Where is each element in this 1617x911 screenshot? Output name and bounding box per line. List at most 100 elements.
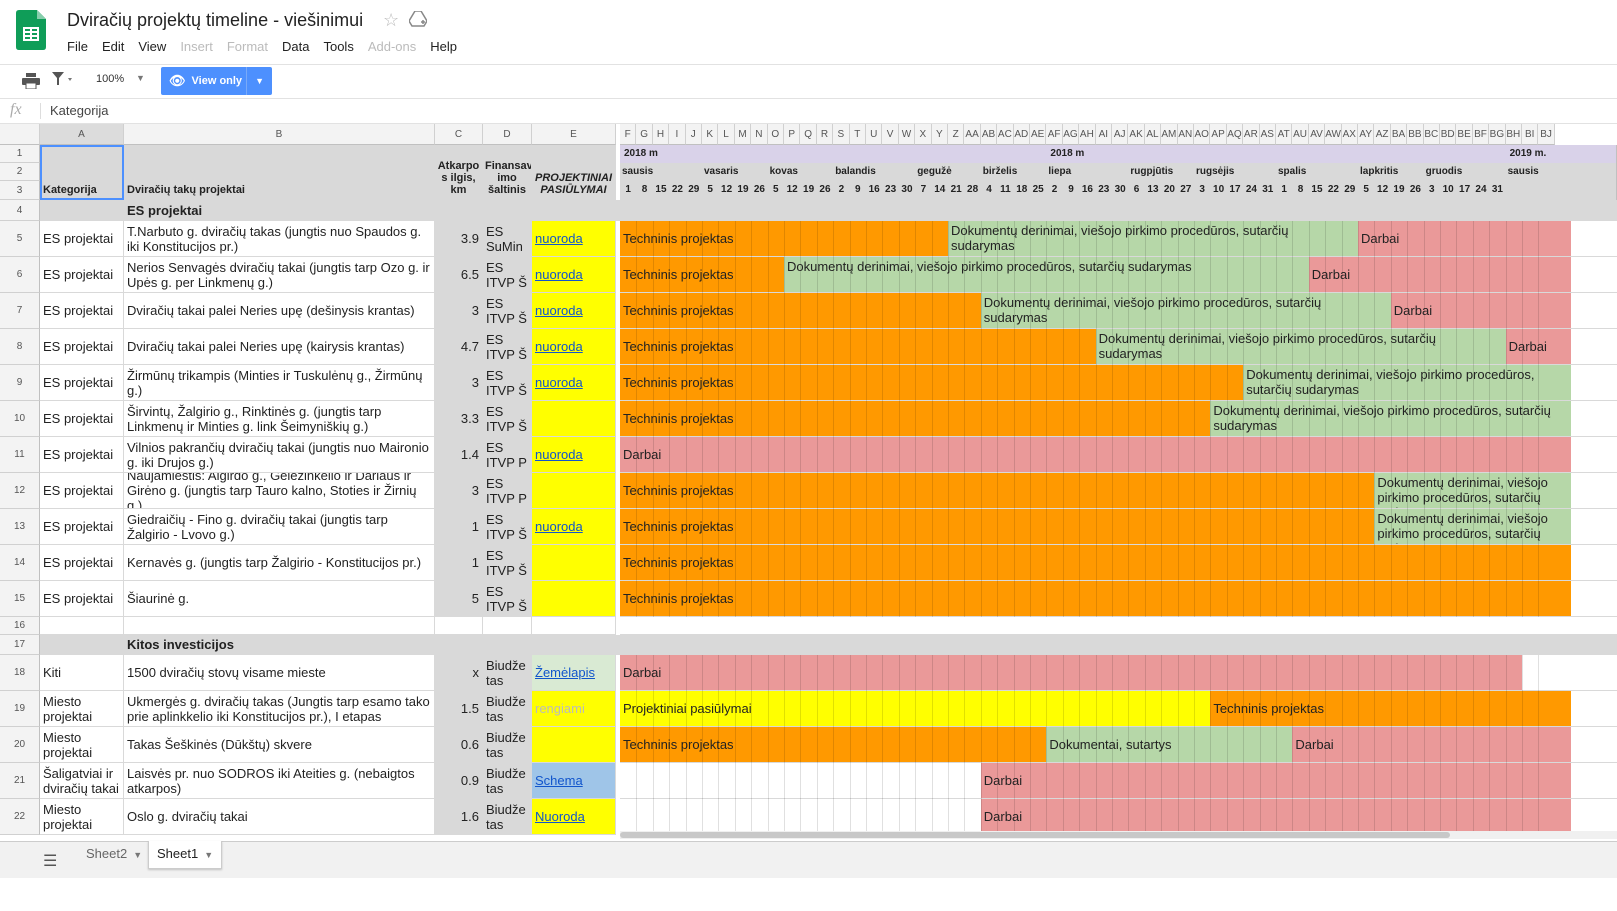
funding-cell[interactable]: Biudže tas [483, 691, 532, 727]
zoom-select[interactable]: 100% [96, 73, 124, 85]
document-title[interactable]: Dviračių projektų timeline - viešinimui [67, 10, 363, 31]
timeline-bar-green[interactable]: Dokumentų derinimai, viešojo pirkimo pro… [948, 221, 1358, 256]
timeline-bar-green[interactable]: Dokumentų derinimai, viešojo pirkimo pro… [980, 293, 1391, 328]
length-cell[interactable]: 1.5 [435, 691, 483, 727]
row-header[interactable]: 14 [0, 545, 40, 581]
row-header[interactable]: 17 [0, 635, 40, 655]
proposal-cell[interactable] [532, 727, 616, 763]
column-header[interactable]: I [669, 124, 686, 145]
corner-cell[interactable] [0, 124, 40, 145]
funding-cell[interactable]: ES ITVP Š [483, 509, 532, 545]
category-cell[interactable]: ES projektai [40, 581, 124, 617]
row-header[interactable]: 13 [0, 509, 40, 545]
funding-cell[interactable]: ES ITVP Š [483, 293, 532, 329]
length-cell[interactable]: 0.9 [435, 763, 483, 799]
column-header[interactable]: F [620, 124, 637, 145]
row-header[interactable]: 9 [0, 365, 40, 401]
column-header[interactable]: BG [1489, 124, 1506, 145]
category-cell[interactable]: ES projektai [40, 437, 124, 473]
empty-cell[interactable] [483, 617, 532, 635]
column-header[interactable]: BJ [1538, 124, 1555, 145]
project-name-cell[interactable]: T.Narbuto g. dviračių takas (jungtis nuo… [124, 221, 435, 257]
funding-cell[interactable]: ES ITVP Š [483, 581, 532, 617]
length-cell[interactable]: 3 [435, 365, 483, 401]
column-header[interactable]: P [784, 124, 801, 145]
proposal-link[interactable]: nuoroda [535, 267, 583, 282]
column-header[interactable]: BD [1440, 124, 1457, 145]
column-header[interactable]: A [40, 124, 124, 145]
proposal-cell[interactable]: nuoroda [532, 437, 616, 473]
column-header[interactable]: V [882, 124, 899, 145]
proposal-cell[interactable]: Nuoroda [532, 799, 616, 835]
empty-cell[interactable] [532, 617, 616, 635]
column-header[interactable]: AI [1095, 124, 1112, 145]
column-header[interactable]: J [685, 124, 702, 145]
column-header[interactable]: AL [1144, 124, 1162, 145]
proposal-cell[interactable]: nuoroda [532, 509, 616, 545]
column-header[interactable]: AX [1341, 124, 1358, 145]
timeline-bar-orange[interactable]: Techninis projektas [620, 329, 1096, 364]
project-name-cell[interactable]: Takas Šeškinės (Dūkštų) skvere [124, 727, 435, 763]
menu-edit[interactable]: Edit [95, 37, 131, 57]
column-header[interactable]: N [751, 124, 768, 145]
column-header[interactable]: AF [1046, 124, 1063, 145]
project-name-cell[interactable]: Širvintų, Žalgirio g., Rinktinės g. (jun… [124, 401, 435, 437]
column-header[interactable]: AO [1194, 124, 1211, 145]
proposal-link[interactable]: nuoroda [535, 519, 583, 534]
column-header[interactable]: BI [1522, 124, 1539, 145]
menu-data[interactable]: Data [275, 37, 316, 57]
column-header[interactable]: X [915, 124, 932, 145]
column-header[interactable]: H [652, 124, 670, 145]
category-cell[interactable]: Miesto projektai [40, 799, 124, 835]
empty-cell[interactable] [124, 617, 435, 635]
funding-cell[interactable]: ES ITVP P [483, 437, 532, 473]
category-cell[interactable]: ES projektai [40, 365, 124, 401]
chevron-down-icon[interactable]: ▼ [204, 850, 213, 860]
row-header[interactable]: 22 [0, 799, 40, 835]
length-cell[interactable]: 4.7 [435, 329, 483, 365]
length-cell[interactable]: 3.9 [435, 221, 483, 257]
column-header[interactable]: BF [1472, 124, 1490, 145]
column-header[interactable]: Y [931, 124, 948, 145]
spreadsheet-grid[interactable]: A B C D E F G H I J K L M N O P Q R S T U V W X Y Z AA AB AC AD AE AF AG… [0, 124, 1617, 857]
chevron-down-icon[interactable]: ▼ [133, 850, 142, 860]
funding-cell[interactable]: Biudže tas [483, 799, 532, 835]
row-header[interactable]: 6 [0, 257, 40, 293]
sheet-tab[interactable]: Sheet2 ▼ [78, 841, 150, 869]
proposal-link[interactable]: nuoroda [535, 231, 583, 246]
project-name-cell[interactable]: Dviračių takai palei Neries upę (dešinys… [124, 293, 435, 329]
row-header[interactable]: 21 [0, 763, 40, 799]
column-header[interactable]: BH [1505, 124, 1522, 145]
column-header[interactable]: Q [800, 124, 817, 145]
filter-icon[interactable] [52, 72, 74, 89]
column-header[interactable]: M [734, 124, 752, 145]
column-header[interactable]: AH [1079, 124, 1096, 145]
timeline-bar-red[interactable]: Darbai [1390, 293, 1572, 328]
row-header[interactable]: 1 [0, 145, 40, 163]
length-cell[interactable]: 3 [435, 473, 483, 509]
column-header[interactable]: AJ [1112, 124, 1129, 145]
sheet-tab-active[interactable]: Sheet1 ▼ [148, 841, 223, 869]
column-header[interactable]: AQ [1226, 124, 1244, 145]
column-header[interactable]: S [833, 124, 850, 145]
row-header[interactable]: 10 [0, 401, 40, 437]
column-header[interactable]: O [767, 124, 784, 145]
category-cell[interactable]: Miesto projektai [40, 727, 124, 763]
row-header[interactable]: 16 [0, 617, 40, 635]
row-header[interactable]: 8 [0, 329, 40, 365]
proposal-cell[interactable] [532, 581, 616, 617]
funding-cell[interactable]: Biudže tas [483, 763, 532, 799]
empty-cell[interactable] [435, 617, 483, 635]
length-cell[interactable]: 0.6 [435, 727, 483, 763]
funding-cell[interactable]: Biudže tas [483, 727, 532, 763]
column-header[interactable]: C [435, 124, 483, 145]
row-header[interactable]: 3 [0, 181, 40, 200]
proposal-cell[interactable] [532, 545, 616, 581]
proposal-link[interactable]: nuoroda [535, 339, 583, 354]
column-header[interactable]: AT [1276, 124, 1293, 145]
menu-view[interactable]: View [131, 37, 173, 57]
proposal-cell[interactable]: nuoroda [532, 257, 616, 293]
row-header[interactable]: 2 [0, 163, 40, 181]
length-cell[interactable]: 6.5 [435, 257, 483, 293]
all-sheets-menu-icon[interactable]: ☰ [43, 851, 57, 871]
